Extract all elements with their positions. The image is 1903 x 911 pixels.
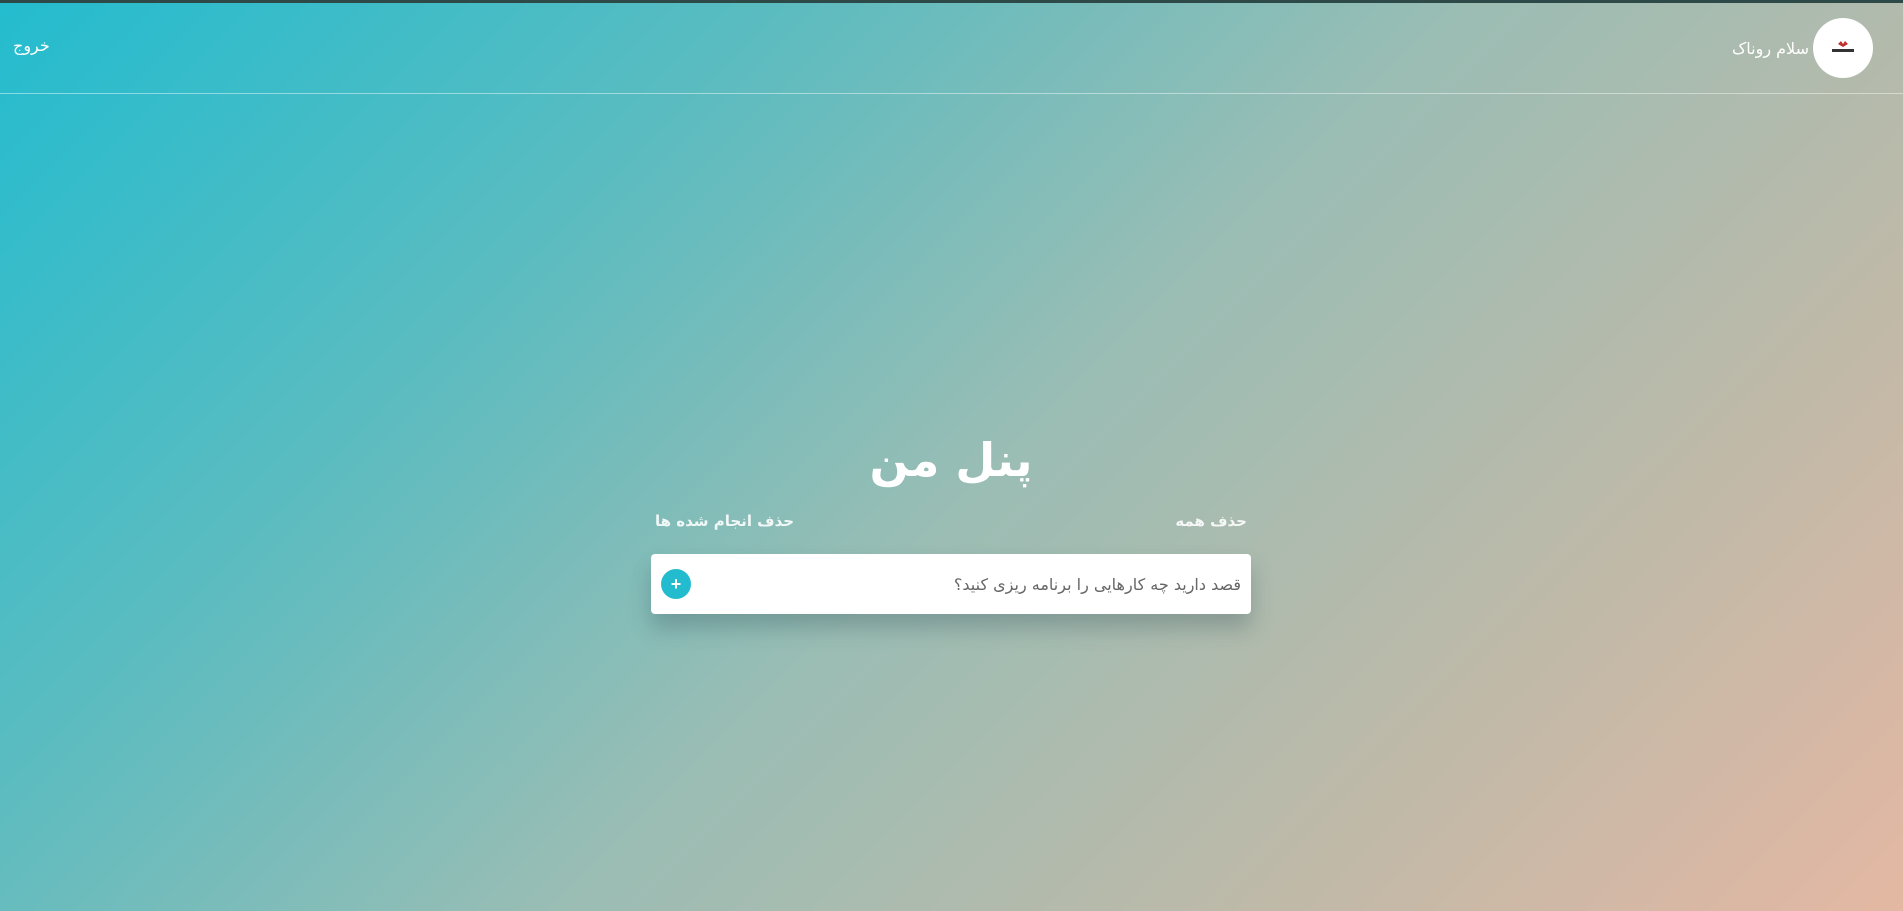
brand-logo-icon: [1832, 41, 1854, 52]
page-title: پنل من: [869, 433, 1033, 487]
actions-row: حذف انجام شده ها حذف همه: [651, 504, 1251, 548]
greeting-text: سلام روناک: [1731, 38, 1809, 58]
logout-link[interactable]: خروج: [13, 36, 50, 55]
delete-done-button[interactable]: حذف انجام شده ها: [655, 512, 794, 530]
add-task-button[interactable]: +: [661, 569, 691, 599]
task-input[interactable]: [711, 554, 1251, 614]
user-block: سلام روناک: [1732, 18, 1873, 78]
main-panel: پنل من حذف انجام شده ها حذف همه +: [651, 420, 1251, 614]
avatar[interactable]: [1813, 18, 1873, 78]
header-bar: خروج سلام روناک: [0, 3, 1903, 94]
delete-all-button[interactable]: حذف همه: [1175, 512, 1247, 530]
task-input-card: +: [651, 554, 1251, 614]
